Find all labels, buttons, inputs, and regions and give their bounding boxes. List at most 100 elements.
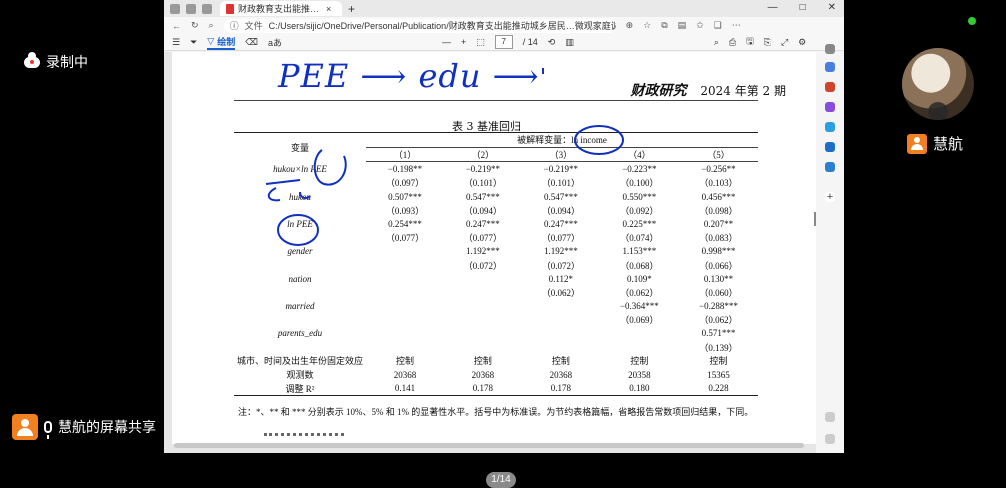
games-icon[interactable]: [825, 122, 835, 132]
table-row: 观测数 20368 20368 20368 20358 15365: [234, 368, 758, 382]
se-cell: （0.097）: [385, 178, 425, 189]
pdf-viewer[interactable]: PEE ⟶ edu ⟶ 财政研究 2024 年第 2 期 表 3 基准回归 变量…: [164, 52, 816, 488]
maximize-button[interactable]: □: [800, 2, 806, 13]
new-tab-button[interactable]: +: [348, 2, 355, 16]
se-cell: （0.094）: [463, 205, 503, 216]
journal-header: 财政研究 2024 年第 2 期: [631, 80, 786, 100]
sidebar-settings-icon[interactable]: [825, 434, 835, 444]
header-rule: [234, 100, 758, 101]
find-icon[interactable]: ⌕: [714, 37, 719, 48]
coef-cell: 0.247***: [543, 218, 578, 229]
read-aloud-button[interactable]: aあ: [268, 36, 282, 49]
se-cell: （0.098）: [699, 205, 738, 216]
search-icon[interactable]: ⌕: [209, 20, 214, 31]
screenshot-icon[interactable]: [825, 412, 835, 422]
table-row: 城市、时间及出生年份固定效应 控制 控制 控制 控制 控制: [234, 354, 758, 368]
mic-icon: [44, 421, 52, 439]
row-variable-blank: [234, 313, 366, 327]
table-row: （0.062） （0.062） （0.060）: [234, 286, 758, 300]
stat-cell: 15365: [707, 369, 730, 380]
info-icon: ⓘ: [229, 21, 239, 31]
coef-cell: 0.247***: [466, 218, 500, 229]
table-header-row: 变量 被解释变量：ln income: [234, 131, 758, 162]
participant-camera[interactable]: [902, 48, 974, 120]
address-bar[interactable]: ⓘ 文件 C:/Users/sijic/OneDrive/Personal/Pu…: [223, 18, 616, 33]
table-row: （0.077） （0.077） （0.077） （0.074） （0.083）: [234, 231, 758, 245]
coef-cell: [522, 327, 600, 341]
stat-cell: 控制: [473, 356, 492, 367]
page-number-input[interactable]: 7: [494, 35, 513, 49]
zoom-out-button[interactable]: —: [442, 37, 451, 47]
copilot-icon[interactable]: [825, 102, 835, 112]
header-var: 变量: [234, 131, 366, 162]
row-variable-blank: [234, 340, 366, 354]
se-cell: （0.093）: [385, 205, 425, 216]
minimize-button[interactable]: —: [768, 2, 778, 13]
zoom-icon[interactable]: ⊕: [626, 20, 634, 31]
coef-cell: 0.998***: [701, 246, 736, 257]
stat-cell: 20368: [393, 369, 417, 380]
collections-icon[interactable]: ❏: [714, 20, 722, 31]
more-icon[interactable]: ⋯: [732, 20, 741, 31]
close-window-button[interactable]: ✕: [828, 2, 836, 13]
table-row: （0.093） （0.094） （0.094） （0.092） （0.098）: [234, 203, 758, 217]
row-variable: hukou×ln PEE: [273, 163, 327, 174]
mic-status-icon: [928, 102, 948, 120]
recording-indicator[interactable]: 录制中: [24, 51, 88, 72]
se-cell: （0.077）: [463, 233, 503, 244]
refresh-icon[interactable]: ↻: [191, 20, 199, 31]
tab-actions-icon[interactable]: [202, 3, 212, 14]
stat-cell: 20358: [628, 369, 651, 380]
send-icon[interactable]: [825, 162, 835, 172]
se-cell: （0.077）: [385, 233, 425, 244]
add-icon[interactable]: +: [825, 192, 835, 203]
horizontal-scrollbar[interactable]: [174, 443, 804, 448]
save-as-icon[interactable]: ⎘: [764, 37, 771, 48]
coef-cell: 0.254***: [388, 218, 422, 229]
row-variable-blank: [234, 286, 366, 300]
row-variable-blank: [234, 258, 366, 272]
rotate-icon[interactable]: ⟲: [548, 37, 556, 48]
tag-icon[interactable]: [825, 62, 835, 72]
row-variable-blank: [234, 203, 366, 217]
print-icon[interactable]: ⎙: [729, 37, 736, 48]
se-cell: （0.072）: [541, 260, 580, 271]
profile-icon[interactable]: [170, 3, 180, 14]
zoom-in-button[interactable]: +: [461, 37, 466, 47]
two-page-icon[interactable]: ▥: [565, 37, 574, 48]
screen-share-label[interactable]: 慧航的屏幕共享: [12, 414, 156, 440]
pdf-icon: [226, 3, 234, 14]
workspaces-icon[interactable]: [186, 3, 196, 14]
fullscreen-icon[interactable]: ⤢: [781, 37, 788, 48]
avatar: [12, 414, 38, 440]
settings-icon[interactable]: ⚙: [798, 37, 806, 48]
table-row: ln PEE 0.254*** 0.247*** 0.247*** 0.225*** 0.…: [234, 217, 758, 231]
coef-cell: 0.225***: [622, 218, 657, 229]
tab-pdf[interactable]: 财政教育支出能推动城乡居民人力资本… ×: [220, 1, 342, 16]
outlook-icon[interactable]: [825, 142, 835, 152]
table-row: （0.139）: [234, 340, 758, 354]
coef-cell: 0.571***: [701, 328, 736, 339]
favorite-icon[interactable]: ☆: [643, 20, 651, 31]
back-icon[interactable]: ←: [172, 21, 181, 31]
close-tab-icon[interactable]: ×: [326, 4, 331, 14]
eraser-icon[interactable]: ⌫: [245, 37, 258, 48]
coef-cell: [366, 245, 444, 259]
extensions-icon[interactable]: ⧉: [661, 20, 667, 31]
se-cell: （0.083）: [699, 233, 738, 244]
coef-cell: 0.130**: [703, 273, 734, 284]
col-header: （3）: [521, 147, 600, 163]
favorites-icon[interactable]: ✩: [696, 20, 704, 31]
fit-page-icon[interactable]: ⬚: [476, 37, 485, 48]
edge-sidebar: +: [816, 44, 844, 453]
coef-cell: −0.219**: [543, 164, 578, 175]
table-note: 注：*、** 和 *** 分别表示 10%、5% 和 1% 的显著性水平。括号中…: [238, 407, 754, 417]
split-screen-icon[interactable]: ▤: [678, 20, 687, 31]
search-icon[interactable]: [825, 44, 835, 54]
save-icon[interactable]: 🖫: [746, 34, 754, 50]
draw-button[interactable]: ▽ 绘制: [207, 35, 236, 50]
contents-icon[interactable]: ☰: [172, 37, 180, 48]
filter-icon[interactable]: ⏷: [190, 37, 197, 48]
shopping-icon[interactable]: [825, 82, 835, 92]
se-cell: （0.060）: [699, 287, 738, 298]
